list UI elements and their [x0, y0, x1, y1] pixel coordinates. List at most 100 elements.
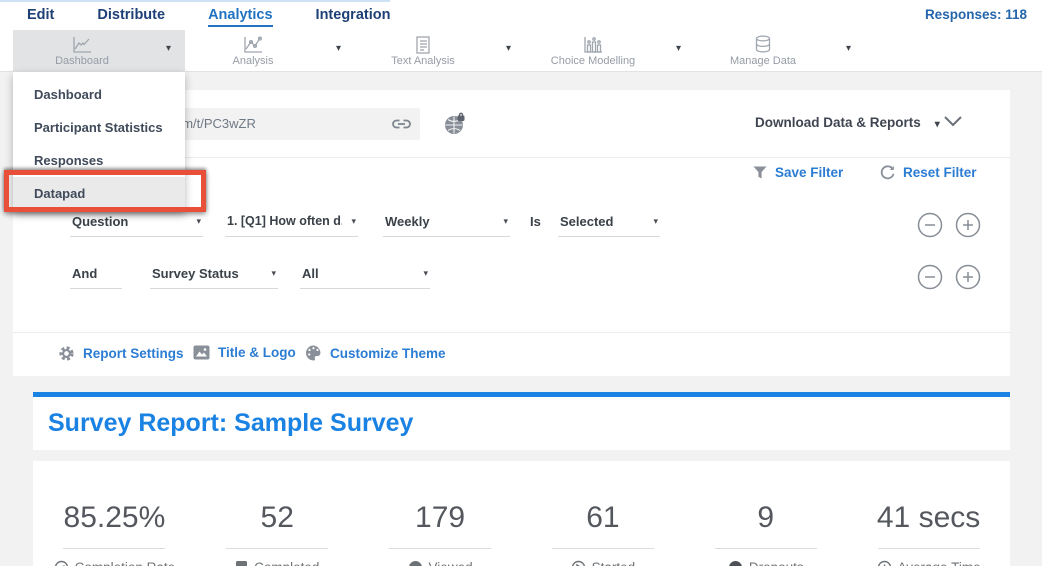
line-chart-icon [72, 36, 92, 54]
completed-icon [235, 560, 248, 566]
customize-theme-button[interactable]: Customize Theme [305, 345, 446, 361]
caret-down-icon: ▾ [423, 268, 428, 279]
nav-item-distribute[interactable]: Distribute [97, 7, 165, 23]
caret-down-icon: ▾ [503, 216, 508, 227]
filter-answer-select[interactable]: Weekly ▾ [383, 210, 510, 237]
stat-completion-rate: 85.25% Completion Rate [33, 461, 196, 566]
title-logo-label: Title & Logo [218, 345, 296, 360]
toolbar-label: Text Analysis [391, 55, 455, 67]
caret-down-icon: ▾ [351, 216, 356, 227]
bar-chart-icon [583, 36, 603, 54]
stat-label-row: Dropouts [684, 560, 847, 566]
toolbar-item-dashboard: Dashboard ▾ [13, 30, 185, 72]
trend-chart-icon [243, 36, 263, 54]
palette-icon [305, 345, 322, 361]
viewed-icon [408, 560, 423, 566]
reset-filter-label: Reset Filter [903, 165, 977, 180]
save-filter-label: Save Filter [775, 165, 843, 180]
customize-theme-label: Customize Theme [330, 346, 446, 361]
manage-data-dropdown-arrow[interactable]: ▾ [846, 43, 851, 54]
stat-label: Completed [254, 560, 319, 566]
choice-modelling-dropdown-arrow[interactable]: ▾ [676, 43, 681, 54]
menu-item-dashboard[interactable]: Dashboard [13, 78, 185, 111]
responses-count[interactable]: Responses: 118 [925, 7, 1027, 22]
text-analysis-button[interactable]: Text Analysis [355, 30, 491, 72]
add-filter-button[interactable] [955, 212, 981, 238]
filter-question-value: 1. [Q1] How often d... [227, 214, 342, 228]
link-icon[interactable] [391, 117, 412, 131]
save-filter-button[interactable]: Save Filter [753, 165, 843, 180]
remove-filter-button[interactable] [917, 212, 943, 238]
download-data-reports-dropdown[interactable]: Download Data & Reports▾ [755, 115, 940, 130]
filter-field-select[interactable]: Question ▾ [70, 210, 203, 237]
stat-viewed: 179 Viewed [359, 461, 522, 566]
download-data-reports-label: Download Data & Reports [755, 115, 921, 130]
globe-lock-icon[interactable] [443, 112, 467, 136]
title-logo-button[interactable]: Title & Logo [193, 345, 296, 360]
dropouts-icon [728, 560, 743, 566]
remove-filter-button[interactable] [917, 264, 943, 290]
stat-label: Dropouts [749, 560, 804, 566]
stat-value: 9 [684, 501, 847, 535]
divider [63, 548, 165, 549]
toolbar-item-choice-modelling: Choice Modelling ▾ [525, 30, 695, 72]
stat-label-row: Started [521, 560, 684, 566]
database-icon [754, 35, 772, 54]
dashboard-dropdown-arrow[interactable]: ▾ [166, 43, 171, 54]
stat-dropouts: 9 Dropouts [684, 461, 847, 566]
stat-average-time: 41 secs Average Time [847, 461, 1010, 566]
reset-filter-button[interactable]: Reset Filter [880, 165, 977, 180]
report-settings-button[interactable]: Report Settings [58, 345, 184, 362]
nav-item-integration[interactable]: Integration [316, 7, 391, 23]
operator-label: Is [530, 214, 541, 229]
toolbar-label: Dashboard [55, 55, 109, 67]
filter-funnel-icon [753, 166, 767, 179]
text-document-icon [415, 36, 431, 54]
filter-question-select[interactable]: 1. [Q1] How often d... ▾ [225, 210, 358, 237]
filter-answer-select[interactable]: All ▾ [300, 262, 430, 289]
manage-data-button[interactable]: Manage Data [695, 30, 831, 72]
stat-label-row: Completed [196, 560, 359, 566]
choice-modelling-button[interactable]: Choice Modelling [525, 30, 661, 72]
conjunction-select[interactable]: And [70, 262, 122, 289]
toolbar-item-manage-data: Manage Data ▾ [695, 30, 865, 72]
nav-item-analytics[interactable]: Analytics [208, 7, 272, 23]
stat-value: 179 [359, 501, 522, 535]
caret-down-icon: ▾ [271, 268, 276, 279]
analysis-dropdown-arrow[interactable]: ▾ [336, 43, 341, 54]
dashboard-button[interactable]: Dashboard [13, 30, 151, 72]
stat-label-row: Completion Rate [33, 560, 196, 566]
collapse-chevron-icon[interactable] [943, 115, 963, 127]
stat-label-row: Average Time [847, 560, 1010, 566]
divider [389, 548, 491, 549]
stat-label-row: Viewed [359, 560, 522, 566]
divider [878, 548, 980, 549]
divider [715, 548, 817, 549]
conjunction-value: And [72, 266, 120, 281]
filter-operator-select[interactable]: Selected ▾ [558, 210, 660, 237]
reset-icon [880, 165, 895, 180]
toolbar-label: Manage Data [730, 55, 796, 67]
divider [226, 548, 328, 549]
analysis-button[interactable]: Analysis [185, 30, 321, 72]
stat-value: 41 secs [847, 501, 1010, 535]
toolbar-item-text-analysis: Text Analysis ▾ [355, 30, 525, 72]
image-icon [193, 345, 210, 360]
completion-rate-icon [54, 560, 69, 566]
add-filter-button[interactable] [955, 264, 981, 290]
text-analysis-dropdown-arrow[interactable]: ▾ [506, 43, 511, 54]
filter-field-select[interactable]: Survey Status ▾ [150, 262, 278, 289]
filter-answer-value: All [302, 266, 414, 281]
clock-icon [877, 560, 892, 566]
top-navigation: Edit Distribute Analytics Integration Re… [0, 0, 1042, 30]
caret-down-icon: ▾ [196, 216, 201, 227]
stat-label: Started [592, 560, 636, 566]
nav-item-edit[interactable]: Edit [27, 7, 54, 23]
report-title: Survey Report: Sample Survey [33, 397, 1010, 438]
analytics-toolbar: Dashboard ▾ Analysis ▾ Text [0, 30, 1042, 72]
filter-field-value: Survey Status [152, 266, 262, 281]
divider [13, 332, 1010, 333]
stat-value: 85.25% [33, 501, 196, 535]
menu-item-participant-statistics[interactable]: Participant Statistics [13, 111, 185, 144]
stat-label: Viewed [429, 560, 473, 566]
